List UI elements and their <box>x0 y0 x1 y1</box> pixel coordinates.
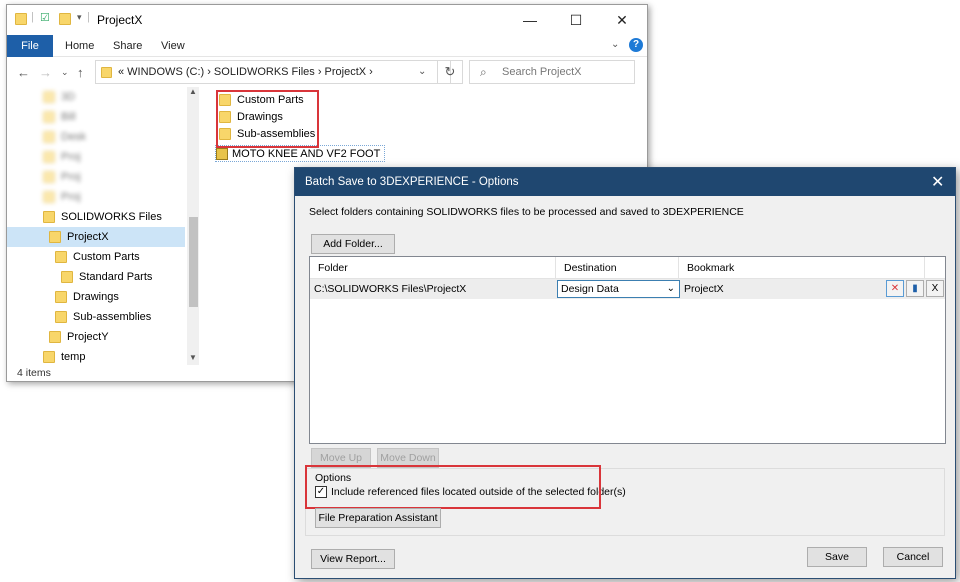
minimize-button[interactable]: — <box>507 5 553 35</box>
destination-select[interactable]: Design Data ⌄ <box>557 280 680 298</box>
new-folder-icon[interactable] <box>59 13 77 26</box>
folder-icon <box>49 331 61 344</box>
folder-icon <box>49 231 61 244</box>
nav-item-standard-parts[interactable]: Standard Parts <box>7 267 199 287</box>
nav-item-blurred[interactable]: Proj <box>7 187 199 207</box>
scrollbar-thumb[interactable] <box>189 217 198 307</box>
chevron-down-icon[interactable]: ⌄ <box>611 39 619 50</box>
bookmark-cell: ProjectX <box>684 283 724 295</box>
add-folder-button[interactable]: Add Folder... <box>311 234 395 254</box>
folder-grid: Folder Destination Bookmark C:\SOLIDWORK… <box>309 256 946 444</box>
column-header-destination[interactable]: Destination <box>556 257 679 279</box>
tab-view[interactable]: View <box>161 35 185 57</box>
properties-icon[interactable]: ☑ <box>40 11 50 24</box>
qat-dropdown-icon[interactable]: ▾ <box>77 12 82 23</box>
dialog-description: Select folders containing SOLIDWORKS fil… <box>309 206 744 218</box>
explorer-titlebar: | ☑ ▾ | ProjectX — ☐ ✕ <box>7 5 647 35</box>
column-header-folder[interactable]: Folder <box>310 257 556 279</box>
search-placeholder: Search ProjectX <box>502 66 582 78</box>
dialog-title: Batch Save to 3DEXPERIENCE - Options <box>305 176 519 188</box>
status-bar: 4 items <box>17 367 51 379</box>
nav-item-blurred[interactable]: 3D <box>7 87 199 107</box>
destination-value: Design Data <box>561 283 619 295</box>
folder-icon <box>101 66 118 78</box>
folder-icon <box>55 311 67 324</box>
save-button[interactable]: Save <box>807 547 867 567</box>
remove-row-icon[interactable]: X <box>926 280 944 297</box>
table-row[interactable]: C:\SOLIDWORKS Files\ProjectX Design Data… <box>310 279 945 299</box>
address-bar-row: ← → ⌄ ↑ « WINDOWS (C:) › SOLIDWORKS File… <box>7 57 647 87</box>
address-field[interactable]: « WINDOWS (C:) › SOLIDWORKS Files › Proj… <box>95 60 451 84</box>
chevron-down-icon: ⌄ <box>666 283 675 294</box>
navigation-pane: 3D Bill Desk Proj Proj Proj SOLIDWORKS F… <box>7 87 199 365</box>
grid-header: Folder Destination Bookmark <box>310 257 945 279</box>
scroll-down-icon[interactable]: ▼ <box>189 353 197 362</box>
bookmark-icon[interactable]: ▮ <box>906 280 924 297</box>
tab-share[interactable]: Share <box>113 35 142 57</box>
search-field[interactable]: ⌕ Search ProjectX <box>469 60 635 84</box>
folder-icon <box>55 251 67 264</box>
close-icon[interactable]: ✕ <box>931 172 944 192</box>
folder-cell: C:\SOLIDWORKS Files\ProjectX <box>314 283 467 295</box>
folder-icon <box>61 271 73 284</box>
recent-dropdown-icon[interactable]: ⌄ <box>61 67 69 78</box>
nav-item-sub-assemblies[interactable]: Sub-assemblies <box>7 307 199 327</box>
nav-item-blurred[interactable]: Desk <box>7 127 199 147</box>
assembly-file-icon <box>216 148 228 161</box>
nav-item-drawings[interactable]: Drawings <box>7 287 199 307</box>
nav-item-temp[interactable]: temp <box>7 347 199 367</box>
forward-arrow-icon[interactable]: → <box>39 65 52 80</box>
dialog-titlebar: Batch Save to 3DEXPERIENCE - Options ✕ <box>295 168 955 196</box>
tab-file[interactable]: File <box>7 35 53 57</box>
folder-icon <box>43 351 55 364</box>
folder-icon <box>55 291 67 304</box>
scroll-up-icon[interactable]: ▲ <box>189 87 197 96</box>
folder-icon <box>43 211 55 224</box>
help-icon[interactable]: ? <box>629 38 643 52</box>
window-title: ProjectX <box>97 13 143 27</box>
clear-bookmark-icon[interactable]: ✕ <box>886 280 904 297</box>
nav-item-blurred[interactable]: Proj <box>7 167 199 187</box>
ribbon: File Home Share View ⌄ ? <box>7 35 647 57</box>
highlight-box <box>305 465 601 509</box>
cancel-button[interactable]: Cancel <box>883 547 943 567</box>
refresh-button[interactable]: ↻ <box>437 60 463 84</box>
view-report-button[interactable]: View Report... <box>311 549 395 569</box>
batch-save-dialog: Batch Save to 3DEXPERIENCE - Options ✕ S… <box>294 167 956 579</box>
separator: | <box>87 11 90 23</box>
nav-item-blurred[interactable]: Bill <box>7 107 199 127</box>
close-button[interactable]: ✕ <box>599 5 645 35</box>
separator: | <box>31 11 34 23</box>
tab-home[interactable]: Home <box>65 35 94 57</box>
nav-item-projecty[interactable]: ProjectY <box>7 327 199 347</box>
up-arrow-icon[interactable]: ↑ <box>77 65 84 80</box>
address-path: « WINDOWS (C:) › SOLIDWORKS Files › Proj… <box>118 66 373 78</box>
nav-item-solidworks-files[interactable]: SOLIDWORKS Files <box>7 207 199 227</box>
nav-item-projectx[interactable]: ProjectX <box>7 227 185 247</box>
back-arrow-icon[interactable]: ← <box>17 65 30 80</box>
column-header-bookmark[interactable]: Bookmark <box>679 257 925 279</box>
nav-item-blurred[interactable]: Proj <box>7 147 199 167</box>
nav-item-custom-parts[interactable]: Custom Parts <box>7 247 199 267</box>
highlight-box <box>216 90 319 148</box>
chevron-down-icon[interactable]: ⌄ <box>418 66 426 77</box>
file-preparation-button[interactable]: File Preparation Assistant <box>315 508 441 528</box>
maximize-button[interactable]: ☐ <box>553 5 599 35</box>
search-icon: ⌕ <box>480 65 487 79</box>
